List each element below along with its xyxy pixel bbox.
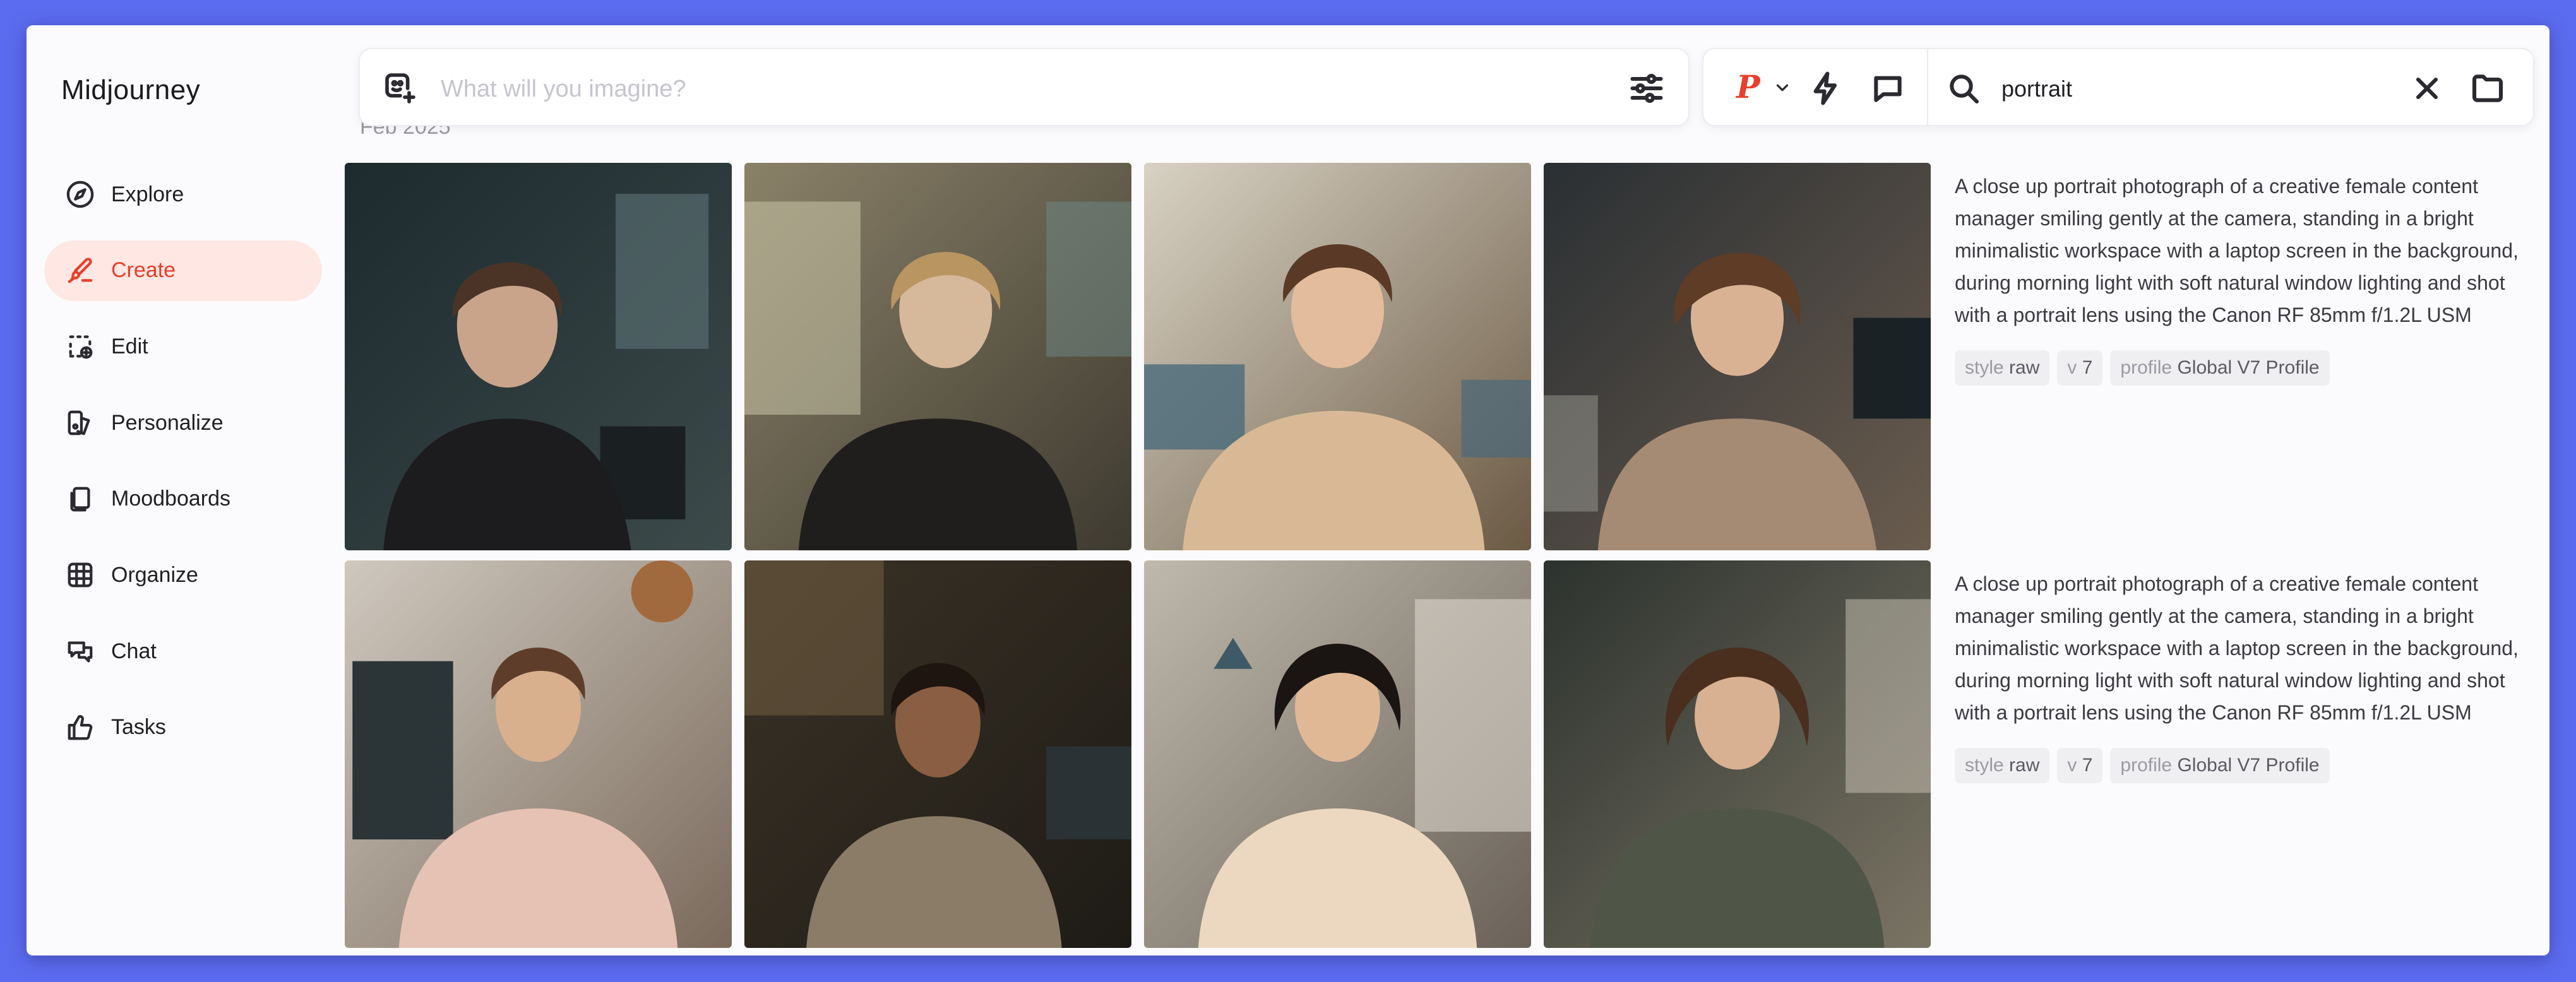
tag-list: style raw v 7 profile Global V7 Profile (1955, 748, 2529, 783)
thumbs-up-icon (64, 712, 96, 743)
folder-icon[interactable] (2470, 71, 2505, 106)
tag-key: v (2067, 357, 2077, 378)
app-title: Midjourney (61, 74, 201, 105)
compass-icon (64, 179, 96, 210)
message-square-icon[interactable] (1870, 71, 1905, 106)
chat-bubbles-icon (64, 636, 96, 667)
tag-list: style raw v 7 profile Global V7 Profile (1955, 350, 2529, 386)
sidebar-item-edit[interactable]: Edit (44, 316, 322, 377)
tag-value: 7 (2082, 755, 2093, 776)
tag-profile[interactable]: profile Global V7 Profile (2110, 350, 2330, 386)
tag-key: style (1965, 357, 2004, 378)
tag-key: profile (2120, 357, 2173, 378)
grid-icon (64, 559, 96, 591)
tag-value: raw (2009, 755, 2040, 776)
sidebar-item-label: Tasks (111, 715, 166, 740)
personalize-icon (64, 407, 96, 439)
tag-version[interactable]: v 7 (2057, 350, 2103, 386)
search-icon (1946, 71, 1981, 106)
image-thumbnail[interactable] (1144, 560, 1531, 948)
lightning-icon[interactable] (1808, 71, 1844, 106)
prompt-text[interactable]: A close up portrait photograph of a crea… (1955, 170, 2529, 331)
edit-selection-icon (64, 331, 96, 362)
sidebar-item-label: Create (111, 258, 176, 283)
result-meta: A close up portrait photograph of a crea… (1955, 170, 2529, 386)
tag-key: v (2067, 755, 2077, 776)
sidebar: Midjourney Explore Create Edit Personali… (27, 25, 342, 955)
result-meta: A close up portrait photograph of a crea… (1955, 568, 2529, 783)
prompt-text[interactable]: A close up portrait photograph of a crea… (1955, 568, 2529, 729)
toolbar-divider (1927, 49, 1928, 125)
tag-value: 7 (2082, 357, 2093, 378)
sidebar-item-label: Chat (111, 639, 157, 663)
sidebar-item-organize[interactable]: Organize (44, 545, 322, 605)
image-thumbnail[interactable] (1544, 560, 1931, 948)
add-image-icon[interactable] (383, 71, 418, 106)
tag-value: Global V7 Profile (2177, 357, 2320, 378)
tag-value: raw (2009, 357, 2040, 378)
toolbar-search: P (1702, 48, 2534, 126)
image-thumbnail[interactable] (345, 560, 732, 948)
prompt-input[interactable] (439, 68, 1578, 110)
tag-style[interactable]: style raw (1955, 350, 2050, 386)
tag-style[interactable]: style raw (1955, 748, 2050, 783)
settings-sliders-icon[interactable] (1628, 69, 1666, 107)
sidebar-item-label: Explore (111, 182, 184, 206)
image-thumbnail[interactable] (1144, 163, 1531, 550)
chevron-down-icon[interactable] (1773, 78, 1792, 97)
app-window: Midjourney Explore Create Edit Personali… (27, 25, 2549, 955)
sidebar-item-moodboards[interactable]: Moodboards (44, 469, 322, 529)
tag-key: profile (2120, 755, 2173, 776)
sidebar-item-tasks[interactable]: Tasks (44, 697, 322, 758)
sidebar-item-label: Edit (111, 334, 148, 358)
image-thumbnail[interactable] (744, 163, 1131, 550)
tag-profile[interactable]: profile Global V7 Profile (2110, 748, 2330, 783)
image-thumbnail[interactable] (744, 560, 1131, 948)
result-row: A close up portrait photograph of a crea… (345, 163, 2529, 550)
image-thumbnail[interactable] (345, 163, 732, 550)
result-row: A close up portrait photograph of a crea… (345, 560, 2529, 948)
sidebar-item-personalize[interactable]: Personalize (44, 393, 322, 453)
sidebar-item-label: Moodboards (111, 487, 231, 511)
tag-version[interactable]: v 7 (2057, 748, 2103, 783)
sidebar-item-label: Organize (111, 562, 198, 587)
sidebar-item-chat[interactable]: Chat (44, 621, 322, 682)
sidebar-item-label: Personalize (111, 410, 224, 435)
sidebar-nav: Explore Create Edit Personalize Moodboar… (44, 164, 322, 774)
tag-value: Global V7 Profile (2177, 755, 2320, 776)
profile-logo[interactable]: P (1736, 68, 1760, 105)
close-icon[interactable] (2409, 71, 2445, 106)
image-thumbnail[interactable] (1544, 163, 1931, 550)
moodboards-icon (64, 483, 96, 515)
search-input[interactable] (2000, 68, 2394, 110)
prompt-bar (359, 48, 1690, 126)
sidebar-item-create[interactable]: Create (44, 240, 322, 301)
brush-icon (64, 255, 96, 287)
sidebar-item-explore[interactable]: Explore (44, 164, 322, 225)
tag-key: style (1965, 755, 2004, 776)
